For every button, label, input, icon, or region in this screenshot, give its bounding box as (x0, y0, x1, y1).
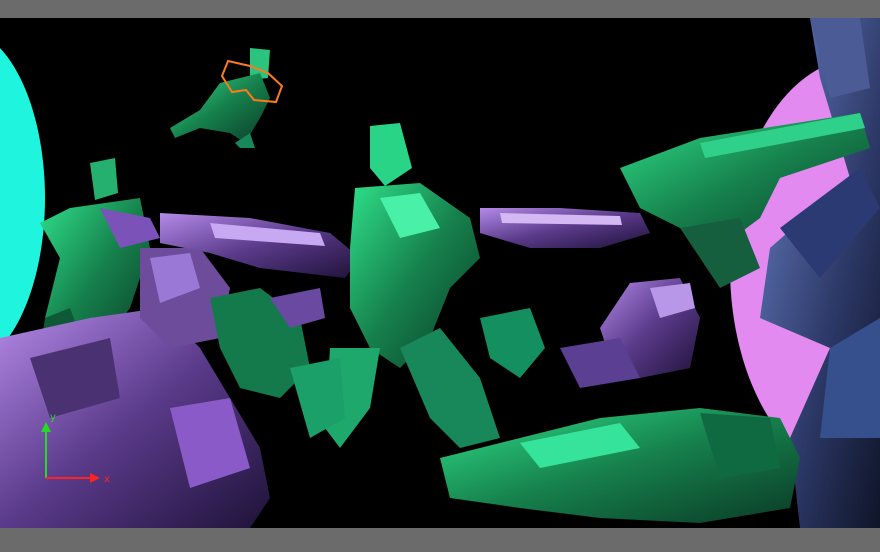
letterbox-bottom (0, 528, 880, 552)
x-axis-label: x (104, 474, 110, 485)
y-axis-arrow (41, 422, 51, 432)
left-cyan-disc (0, 48, 45, 348)
axis-gizmo: y x (41, 412, 110, 485)
x-axis-arrow (90, 473, 100, 483)
rifle-center-right (480, 208, 650, 248)
figure-flying-selected[interactable] (170, 48, 284, 148)
scene-render (0, 18, 880, 528)
y-axis-label: y (50, 412, 56, 423)
figure-crouching-right (560, 278, 700, 388)
3d-viewport[interactable]: y x (0, 18, 880, 528)
letterbox-top (0, 0, 880, 18)
editor-frame: y x (0, 0, 880, 552)
figure-center-leaping (325, 123, 545, 448)
